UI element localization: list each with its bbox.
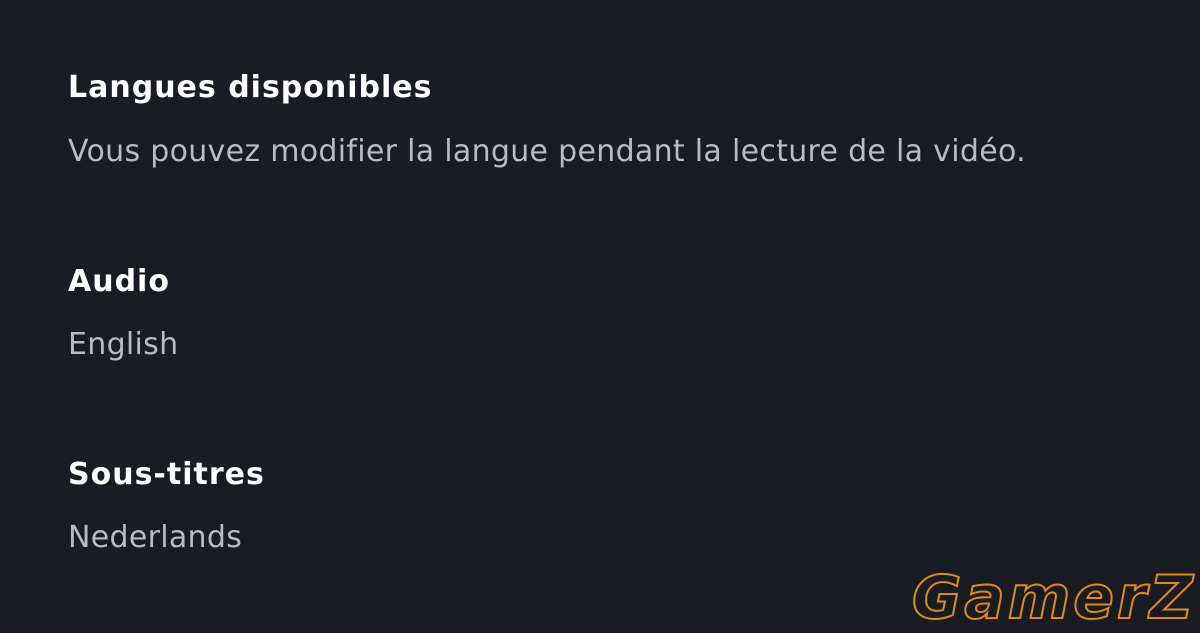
audio-language-value: English — [68, 327, 179, 362]
available-languages-heading: Langues disponibles — [68, 70, 433, 105]
subtitles-language-value: Nederlands — [68, 520, 243, 555]
available-languages-description: Vous pouvez modifier la langue pendant l… — [68, 134, 1026, 169]
audio-heading: Audio — [68, 264, 170, 299]
gamerz-watermark-logo: GamerZ — [911, 562, 1196, 633]
subtitles-heading: Sous-titres — [68, 457, 265, 492]
